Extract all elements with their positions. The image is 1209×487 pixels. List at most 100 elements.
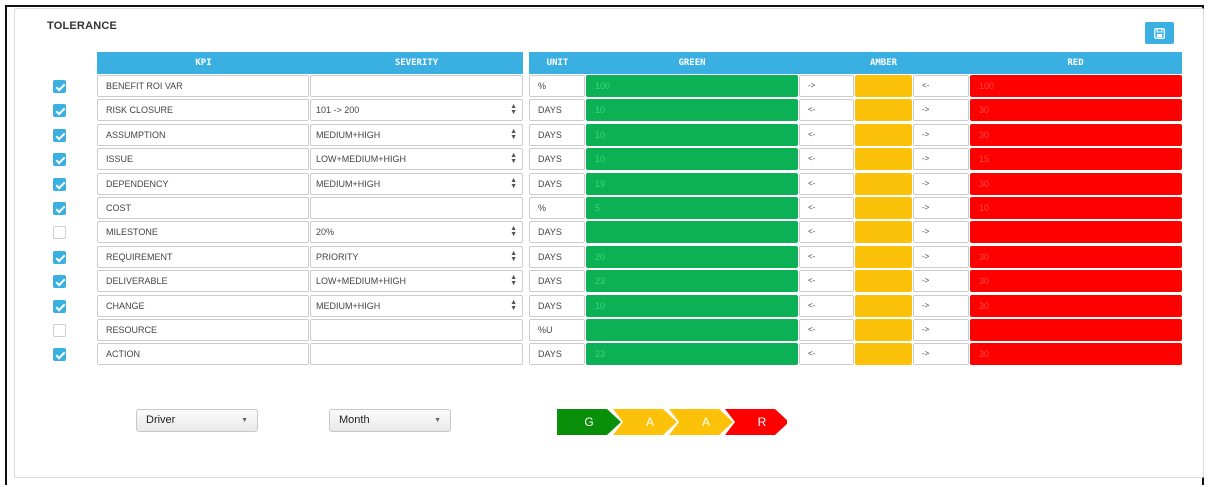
green-amber-direction[interactable]: <- <box>799 99 854 122</box>
kpi-enabled-checkbox[interactable] <box>53 177 66 191</box>
green-threshold-input[interactable]: 5 <box>586 197 798 219</box>
unit-field[interactable]: DAYS <box>529 221 585 244</box>
red-threshold-input[interactable]: 30 <box>970 343 1182 366</box>
amber-threshold-input[interactable] <box>855 75 912 97</box>
kpi-field[interactable]: CHANGE <box>97 294 309 317</box>
green-amber-direction[interactable]: <- <box>799 270 854 293</box>
severity-select[interactable] <box>310 343 523 366</box>
amber-red-direction[interactable]: -> <box>913 148 969 171</box>
green-threshold-input[interactable]: 23 <box>586 343 798 366</box>
green-amber-direction[interactable]: <- <box>799 123 854 146</box>
green-amber-direction[interactable]: <- <box>799 221 854 244</box>
red-threshold-input[interactable]: 30 <box>970 172 1182 195</box>
red-threshold-input[interactable]: 15 <box>970 148 1182 171</box>
kpi-field[interactable]: MILESTONE <box>97 221 309 244</box>
amber-threshold-input[interactable] <box>855 245 912 268</box>
kpi-field[interactable]: RISK CLOSURE <box>97 99 309 122</box>
green-amber-direction[interactable]: <- <box>799 172 854 195</box>
amber-threshold-input[interactable] <box>855 197 912 219</box>
red-threshold-input[interactable]: 100 <box>970 75 1182 97</box>
driver-select[interactable]: Driver ▼ <box>136 409 258 432</box>
green-amber-direction[interactable]: <- <box>799 245 854 268</box>
amber-threshold-input[interactable] <box>855 319 912 341</box>
green-threshold-input[interactable] <box>586 319 798 341</box>
severity-select[interactable]: LOW+MEDIUM+HIGH ▲ ▼ <box>310 148 523 171</box>
amber-red-direction[interactable]: -> <box>913 221 969 244</box>
amber-red-direction[interactable]: -> <box>913 245 969 268</box>
green-threshold-input[interactable]: 10 <box>586 123 798 146</box>
save-button[interactable] <box>1145 22 1174 44</box>
amber-threshold-input[interactable] <box>855 270 912 293</box>
unit-field[interactable]: %U <box>529 319 585 341</box>
amber-threshold-input[interactable] <box>855 172 912 195</box>
red-threshold-input[interactable]: 30 <box>970 294 1182 317</box>
green-threshold-input[interactable]: 20 <box>586 245 798 268</box>
kpi-enabled-checkbox[interactable] <box>53 324 66 337</box>
kpi-field[interactable]: COST <box>97 197 309 219</box>
green-amber-direction[interactable]: <- <box>799 197 854 219</box>
green-threshold-input[interactable]: 19 <box>586 172 798 195</box>
green-threshold-input[interactable]: 10 <box>586 294 798 317</box>
green-threshold-input[interactable]: 100 <box>586 75 798 97</box>
unit-field[interactable]: % <box>529 197 585 219</box>
kpi-field[interactable]: ASSUMPTION <box>97 123 309 146</box>
kpi-enabled-checkbox[interactable] <box>53 348 66 362</box>
amber-red-direction[interactable]: -> <box>913 197 969 219</box>
severity-select[interactable]: MEDIUM+HIGH ▲ ▼ <box>310 294 523 317</box>
amber-red-direction[interactable]: -> <box>913 172 969 195</box>
kpi-enabled-checkbox[interactable] <box>53 153 66 167</box>
kpi-enabled-checkbox[interactable] <box>53 250 66 264</box>
kpi-field[interactable]: DELIVERABLE <box>97 270 309 293</box>
severity-select[interactable] <box>310 197 523 219</box>
kpi-field[interactable]: BENEFIT ROI VAR <box>97 75 309 97</box>
severity-select[interactable]: MEDIUM+HIGH ▲ ▼ <box>310 123 523 146</box>
severity-select[interactable]: LOW+MEDIUM+HIGH ▲ ▼ <box>310 270 523 293</box>
unit-field[interactable]: DAYS <box>529 270 585 293</box>
amber-threshold-input[interactable] <box>855 294 912 317</box>
kpi-enabled-checkbox[interactable] <box>53 202 66 215</box>
kpi-enabled-checkbox[interactable] <box>53 128 66 142</box>
kpi-enabled-checkbox[interactable] <box>53 275 66 289</box>
severity-select[interactable]: MEDIUM+HIGH ▲ ▼ <box>310 172 523 195</box>
unit-field[interactable]: DAYS <box>529 172 585 195</box>
red-threshold-input[interactable] <box>970 319 1182 341</box>
amber-red-direction[interactable]: -> <box>913 99 969 122</box>
kpi-field[interactable]: DEPENDENCY <box>97 172 309 195</box>
green-threshold-input[interactable]: 10 <box>586 99 798 122</box>
red-threshold-input[interactable]: 10 <box>970 197 1182 219</box>
amber-threshold-input[interactable] <box>855 123 912 146</box>
kpi-enabled-checkbox[interactable] <box>53 80 66 93</box>
kpi-field[interactable]: ISSUE <box>97 148 309 171</box>
green-amber-direction[interactable]: <- <box>799 294 854 317</box>
green-amber-direction[interactable]: <- <box>799 343 854 366</box>
amber-red-direction[interactable]: -> <box>913 319 969 341</box>
amber-red-direction[interactable]: -> <box>913 123 969 146</box>
period-select[interactable]: Month ▼ <box>329 409 451 432</box>
unit-field[interactable]: DAYS <box>529 245 585 268</box>
red-threshold-input[interactable] <box>970 221 1182 244</box>
kpi-enabled-checkbox[interactable] <box>53 104 66 118</box>
unit-field[interactable]: DAYS <box>529 148 585 171</box>
kpi-field[interactable]: REQUIREMENT <box>97 245 309 268</box>
unit-field[interactable]: DAYS <box>529 123 585 146</box>
severity-select[interactable]: 20% ▲ ▼ <box>310 221 523 244</box>
red-threshold-input[interactable]: 30 <box>970 123 1182 146</box>
amber-red-direction[interactable]: <- <box>913 75 969 97</box>
amber-threshold-input[interactable] <box>855 343 912 366</box>
unit-field[interactable]: DAYS <box>529 99 585 122</box>
kpi-field[interactable]: ACTION <box>97 343 309 366</box>
amber-threshold-input[interactable] <box>855 148 912 171</box>
green-threshold-input[interactable]: 23 <box>586 270 798 293</box>
severity-select[interactable] <box>310 75 523 97</box>
unit-field[interactable]: DAYS <box>529 343 585 366</box>
kpi-enabled-checkbox[interactable] <box>53 299 66 313</box>
green-amber-direction[interactable]: -> <box>799 75 854 97</box>
green-amber-direction[interactable]: <- <box>799 148 854 171</box>
red-threshold-input[interactable]: 30 <box>970 270 1182 293</box>
amber-threshold-input[interactable] <box>855 221 912 244</box>
green-threshold-input[interactable]: 10 <box>586 148 798 171</box>
amber-threshold-input[interactable] <box>855 99 912 122</box>
unit-field[interactable]: % <box>529 75 585 97</box>
kpi-field[interactable]: RESOURCE <box>97 319 309 341</box>
red-threshold-input[interactable]: 30 <box>970 245 1182 268</box>
